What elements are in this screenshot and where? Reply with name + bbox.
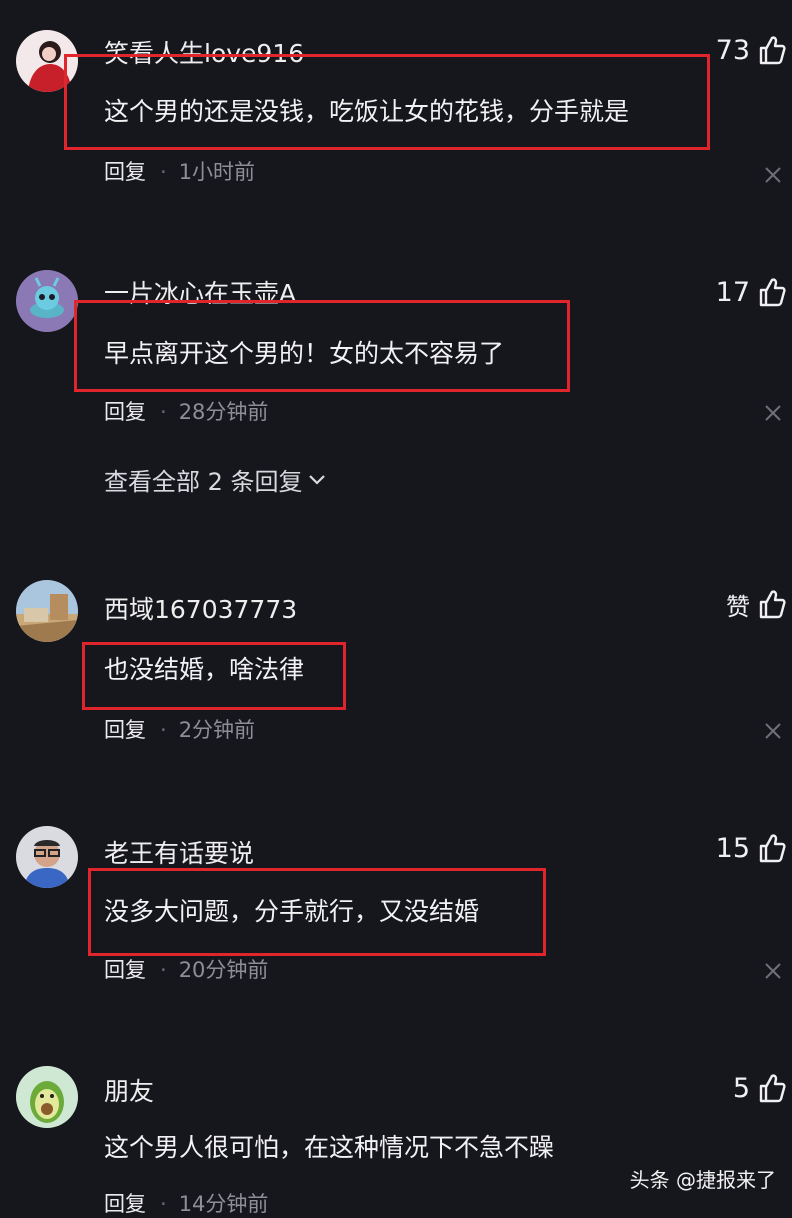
reply-button[interactable]: 回复 bbox=[104, 718, 146, 742]
thumbs-up-icon bbox=[759, 590, 786, 619]
like-button[interactable]: 15 bbox=[716, 830, 786, 866]
comment-meta: 回复 · 20分钟前 bbox=[104, 954, 268, 984]
comment-time: 14分钟前 bbox=[178, 1192, 269, 1216]
comment-meta: 回复 · 28分钟前 bbox=[104, 396, 268, 426]
username[interactable]: 朋友 bbox=[104, 1072, 154, 1108]
like-button[interactable]: 73 bbox=[716, 32, 786, 68]
comment-meta: 回复 · 1小时前 bbox=[104, 156, 255, 186]
comment-time: 2分钟前 bbox=[178, 718, 256, 742]
like-button[interactable]: 5 bbox=[733, 1070, 786, 1106]
chevron-down-icon bbox=[308, 474, 325, 485]
view-replies-label: 查看全部 2 条回复 bbox=[104, 468, 303, 496]
username[interactable]: 西域167037773 bbox=[104, 590, 297, 626]
highlight-box bbox=[64, 54, 710, 150]
avatar[interactable] bbox=[16, 580, 78, 642]
like-button[interactable]: 17 bbox=[716, 274, 786, 310]
username[interactable]: 老王有话要说 bbox=[104, 834, 254, 870]
like-count: 73 bbox=[715, 34, 750, 66]
comment-time: 20分钟前 bbox=[178, 958, 269, 982]
reply-button[interactable]: 回复 bbox=[104, 958, 146, 982]
view-replies-link[interactable]: 查看全部 2 条回复 bbox=[104, 462, 325, 497]
comment-time: 1小时前 bbox=[178, 160, 256, 184]
thumbs-up-icon bbox=[759, 36, 786, 65]
like-count: 15 bbox=[715, 832, 750, 864]
meta-separator: · bbox=[160, 718, 167, 742]
watermark: 头条 @捷报来了 bbox=[629, 1168, 776, 1192]
reply-button[interactable]: 回复 bbox=[104, 400, 146, 424]
avatar[interactable] bbox=[16, 270, 78, 332]
thumbs-up-icon bbox=[759, 1074, 786, 1103]
highlight-box bbox=[74, 300, 570, 392]
reply-button[interactable]: 回复 bbox=[104, 1192, 146, 1216]
comment-meta: 回复 · 2分钟前 bbox=[104, 714, 255, 744]
meta-separator: · bbox=[160, 400, 167, 424]
like-button[interactable]: 赞 bbox=[726, 586, 786, 622]
like-count: 赞 bbox=[726, 592, 750, 621]
close-icon[interactable] bbox=[764, 722, 782, 740]
meta-separator: · bbox=[160, 160, 167, 184]
meta-separator: · bbox=[160, 1192, 167, 1216]
reply-button[interactable]: 回复 bbox=[104, 160, 146, 184]
thumbs-up-icon bbox=[759, 834, 786, 863]
comment-text: 这个男人很可怕，在这种情况下不急不躁 bbox=[104, 1133, 555, 1162]
highlight-box bbox=[88, 868, 546, 956]
avatar[interactable] bbox=[16, 1066, 78, 1128]
close-icon[interactable] bbox=[764, 962, 782, 980]
close-icon[interactable] bbox=[764, 166, 782, 184]
comment-time: 28分钟前 bbox=[178, 400, 269, 424]
close-icon[interactable] bbox=[764, 404, 782, 422]
highlight-box bbox=[82, 642, 346, 710]
avatar[interactable] bbox=[16, 826, 78, 888]
thumbs-up-icon bbox=[759, 278, 786, 307]
like-count: 17 bbox=[715, 276, 750, 308]
meta-separator: · bbox=[160, 958, 167, 982]
like-count: 5 bbox=[732, 1072, 750, 1104]
comment-meta: 回复 · 14分钟前 bbox=[104, 1188, 268, 1218]
